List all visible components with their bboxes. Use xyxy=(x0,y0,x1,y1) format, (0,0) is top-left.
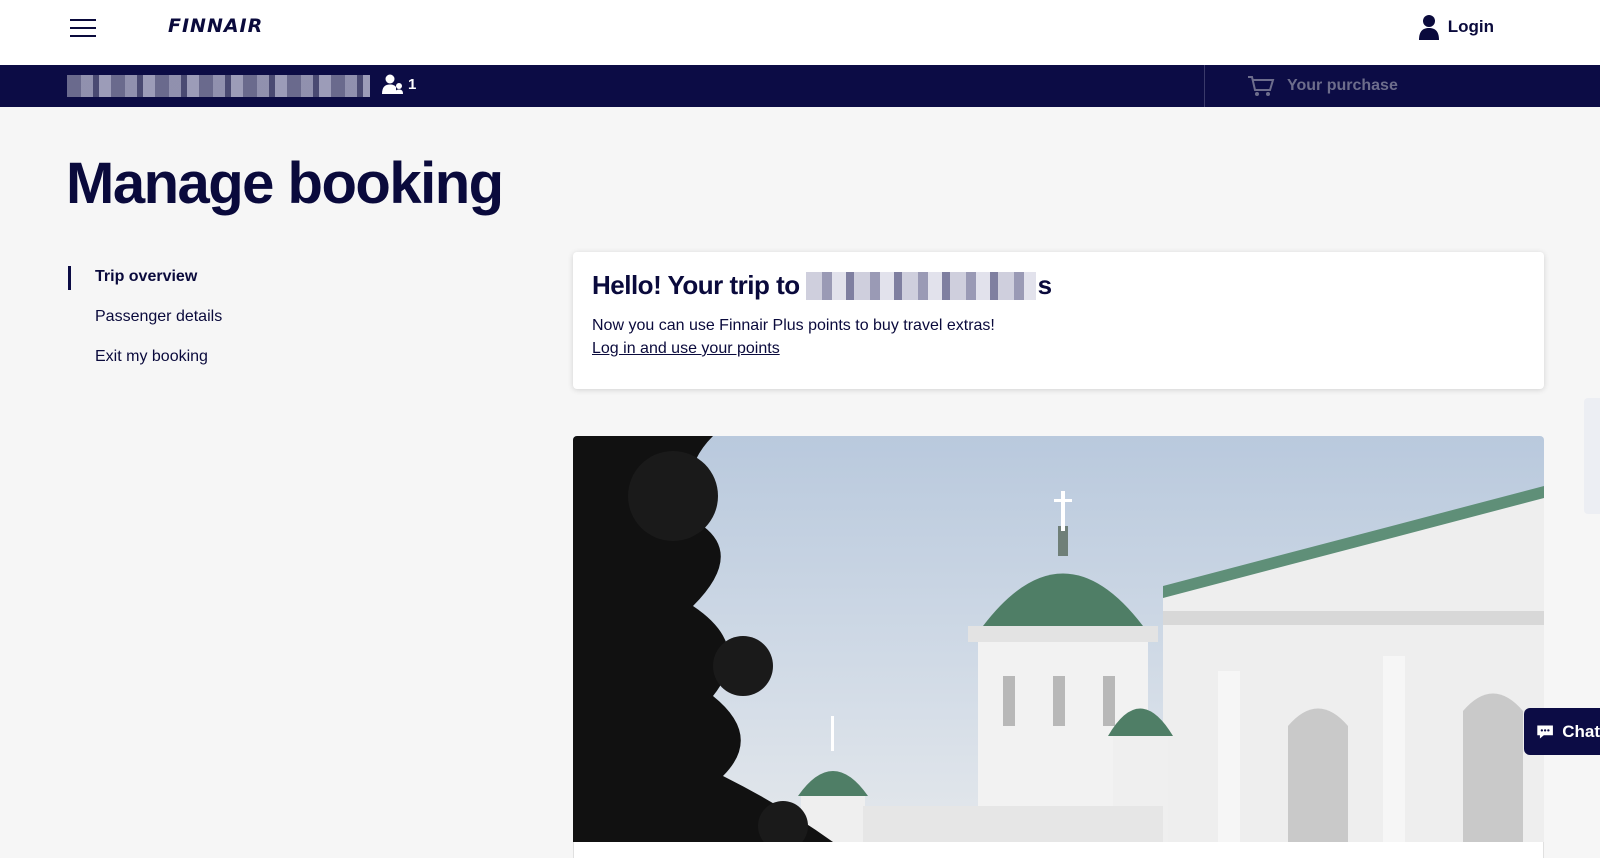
your-purchase-button[interactable]: Your purchase xyxy=(1204,65,1600,107)
passenger-count: 1 xyxy=(382,74,416,94)
top-header: FINNAIR Login xyxy=(0,0,1600,65)
passenger-icon xyxy=(382,74,403,94)
login-button[interactable]: Login xyxy=(1418,14,1494,40)
helsinki-cathedral-illustration xyxy=(573,436,1544,842)
redacted-destination xyxy=(805,271,1036,300)
nav-item-exit-my-booking[interactable]: Exit my booking xyxy=(68,345,368,385)
greeting-card: Hello! Your trip to s Now you can use Fi… xyxy=(573,252,1544,389)
chat-bubble-icon xyxy=(1537,724,1553,739)
login-use-points-link[interactable]: Log in and use your points xyxy=(592,340,780,358)
destination-hero-image xyxy=(573,436,1544,842)
redacted-booking-info xyxy=(67,75,370,97)
greeting-title-prefix: Hello! Your trip to xyxy=(592,270,800,300)
cart-icon xyxy=(1248,76,1275,96)
booking-summary-bar: 1 Your purchase xyxy=(0,65,1600,107)
greeting-title-suffix: s xyxy=(1037,270,1052,300)
your-purchase-label: Your purchase xyxy=(1287,77,1398,94)
greeting-title: Hello! Your trip to s xyxy=(592,270,1525,301)
hamburger-menu-icon[interactable] xyxy=(70,19,96,39)
chat-label: Chat xyxy=(1562,721,1600,741)
side-navigation: Trip overview Passenger details Exit my … xyxy=(68,265,368,385)
user-icon xyxy=(1418,15,1439,40)
finnair-logo[interactable]: FINNAIR xyxy=(168,15,263,37)
passenger-count-value: 1 xyxy=(408,75,417,93)
chat-button[interactable]: Chat xyxy=(1524,708,1600,755)
nav-item-trip-overview[interactable]: Trip overview xyxy=(68,265,368,305)
feedback-side-tab[interactable] xyxy=(1584,398,1600,514)
nav-item-passenger-details[interactable]: Passenger details xyxy=(68,305,368,345)
hero-card-footer xyxy=(573,842,1544,858)
page-title: Manage booking xyxy=(66,151,504,216)
greeting-body-text: Now you can use Finnair Plus points to b… xyxy=(592,317,995,334)
login-label: Login xyxy=(1447,17,1494,36)
